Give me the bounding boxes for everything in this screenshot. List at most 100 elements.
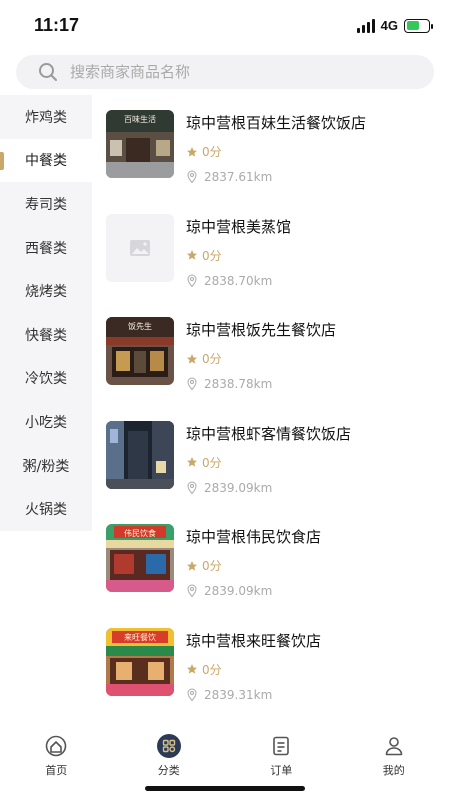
profile-icon (385, 737, 403, 756)
rating-value: 0分 (202, 559, 222, 573)
shop-rating: 0分 (186, 350, 336, 367)
sidebar-item-cold-drinks[interactable]: 冷饮类 (0, 357, 92, 401)
star-icon (187, 457, 197, 467)
category-icon (156, 734, 181, 758)
tab-orders[interactable]: 订单 (225, 728, 338, 778)
distance-value: 2839.09km (204, 480, 273, 495)
shop-thumbnail: 饭先生 (106, 317, 174, 385)
shop-name: 琼中营根虾客情餐饮饭店 (186, 424, 352, 443)
app-screen: 11:17 4G 炸鸡类 中餐类 寿司类 西餐类 烧烤类 快餐类 冷饮类 小吃类… (0, 0, 450, 800)
shop-card[interactable]: 琼中营根美蒸馆 0分 2838.70km (92, 199, 450, 303)
tab-label: 分类 (157, 764, 180, 777)
star-icon (187, 664, 197, 674)
tab-profile[interactable]: 我的 (338, 728, 450, 778)
shop-card[interactable]: 伟民饮食 琼中营根伟民饮食店 0分 2839.09km (92, 509, 450, 613)
location-pin-icon (187, 377, 197, 391)
distance-value: 2839.31km (204, 687, 273, 702)
sidebar-item-hotpot[interactable]: 火锅类 (0, 487, 92, 531)
search-input[interactable] (70, 63, 390, 81)
location-pin-icon (187, 273, 197, 287)
home-indicator (145, 786, 305, 791)
shop-rating: 0分 (186, 247, 291, 264)
sidebar-item-sushi[interactable]: 寿司类 (0, 182, 92, 226)
home-icon (45, 735, 67, 757)
star-icon (187, 146, 197, 157)
shop-card[interactable]: 饭先生 琼中营根饭先生餐饮店 0分 2838.78km (92, 302, 450, 406)
sidebar-item-label: 西餐类 (25, 240, 67, 257)
shop-list: 百味生活 琼中营根百妹生活餐饮饭店 0分 2837.61km 琼中营根美蒸馆 0… (92, 95, 450, 709)
shop-sign-text: 来旺餐饮 (124, 632, 156, 642)
order-icon (273, 736, 290, 756)
sidebar-item-fried-chicken[interactable]: 炸鸡类 (0, 95, 92, 139)
sidebar-item-label: 粥/粉类 (22, 458, 70, 475)
sidebar-item-label: 冷饮类 (25, 371, 67, 388)
rating-value: 0分 (202, 662, 222, 677)
shop-thumbnail: 来旺餐饮 (106, 627, 174, 696)
status-bar: 11:17 4G (0, 0, 450, 52)
shop-distance: 2839.31km (186, 688, 321, 702)
shop-distance: 2838.70km (186, 274, 291, 288)
tab-category[interactable]: 分类 (113, 728, 226, 778)
shop-name: 琼中营根来旺餐饮店 (186, 631, 322, 650)
shop-rating: 0分 (186, 661, 321, 678)
rating-value: 0分 (202, 455, 222, 470)
shop-info: 琼中营根伟民饮食店 0分 2839.09km (186, 524, 321, 613)
shop-info: 琼中营根饭先生餐饮店 0分 2838.78km (186, 317, 336, 406)
shop-thumbnail-placeholder (106, 213, 174, 282)
battery-cap (431, 23, 433, 29)
sidebar-item-label: 快餐类 (25, 327, 67, 344)
sidebar-item-congee-noodles[interactable]: 粥/粉类 (0, 444, 92, 488)
shop-card[interactable]: 琼中营根虾客情餐饮饭店 0分 2839.09km (92, 406, 450, 510)
shop-name: 琼中营根美蒸馆 (186, 217, 292, 236)
sidebar-item-label: 小吃类 (25, 414, 67, 431)
sidebar-item-snacks[interactable]: 小吃类 (0, 400, 92, 444)
sidebar-item-bbq[interactable]: 烧烤类 (0, 269, 92, 313)
rating-value: 0分 (202, 248, 222, 263)
star-icon (187, 250, 197, 260)
shop-thumbnail: 百味生活 (106, 110, 174, 178)
sidebar-item-western[interactable]: 西餐类 (0, 226, 92, 270)
location-pin-icon (187, 170, 197, 184)
shop-rating: 0分 (186, 454, 351, 471)
shop-distance: 2839.09km (186, 481, 351, 495)
sidebar-item-chinese[interactable]: 中餐类 (0, 138, 92, 183)
tab-home[interactable]: 首页 (0, 728, 113, 778)
location-pin-icon (187, 480, 197, 494)
shop-info: 琼中营根美蒸馆 0分 2838.70km (186, 214, 291, 303)
sidebar-item-fast-food[interactable]: 快餐类 (0, 313, 92, 357)
search-bar[interactable] (16, 55, 434, 89)
distance-value: 2838.70km (204, 273, 273, 288)
category-sidebar: 炸鸡类 中餐类 寿司类 西餐类 烧烤类 快餐类 冷饮类 小吃类 粥/粉类 火锅类 (0, 95, 92, 531)
signal-icon (356, 18, 375, 33)
status-time: 11:17 (34, 15, 80, 35)
battery-icon (404, 18, 433, 33)
shop-sign-text: 伟民饮食 (124, 529, 156, 538)
status-indicators: 4G (356, 18, 433, 33)
shop-thumbnail: 伟民饮食 (106, 524, 174, 592)
distance-value: 2838.78km (204, 377, 273, 391)
shop-distance: 2839.09km (186, 584, 321, 598)
star-icon (187, 560, 197, 571)
location-pin-icon (187, 687, 197, 701)
distance-value: 2837.61km (204, 170, 273, 184)
shop-card[interactable]: 百味生活 琼中营根百妹生活餐饮饭店 0分 2837.61km (92, 95, 450, 199)
search-icon (39, 63, 57, 81)
shop-rating: 0分 (186, 557, 321, 574)
image-placeholder-icon (106, 213, 174, 282)
shop-card[interactable]: 来旺餐饮 琼中营根来旺餐饮店 0分 2839.31km (92, 613, 450, 710)
battery-level (406, 21, 420, 30)
tab-label: 我的 (382, 764, 405, 777)
sidebar-item-label: 炸鸡类 (25, 109, 67, 126)
shop-info: 琼中营根来旺餐饮店 0分 2839.31km (186, 628, 321, 710)
shop-sign-text: 百味生活 (124, 115, 156, 124)
star-icon (187, 353, 197, 364)
rating-value: 0分 (202, 352, 222, 366)
sidebar-item-label: 烧烤类 (25, 284, 67, 301)
shop-thumbnail (106, 420, 174, 489)
shop-distance: 2837.61km (186, 170, 366, 184)
shop-name: 琼中营根伟民饮食店 (186, 528, 322, 546)
shop-distance: 2838.78km (186, 377, 336, 391)
rating-value: 0分 (202, 145, 222, 159)
distance-value: 2839.09km (204, 584, 273, 598)
shop-rating: 0分 (186, 143, 366, 160)
